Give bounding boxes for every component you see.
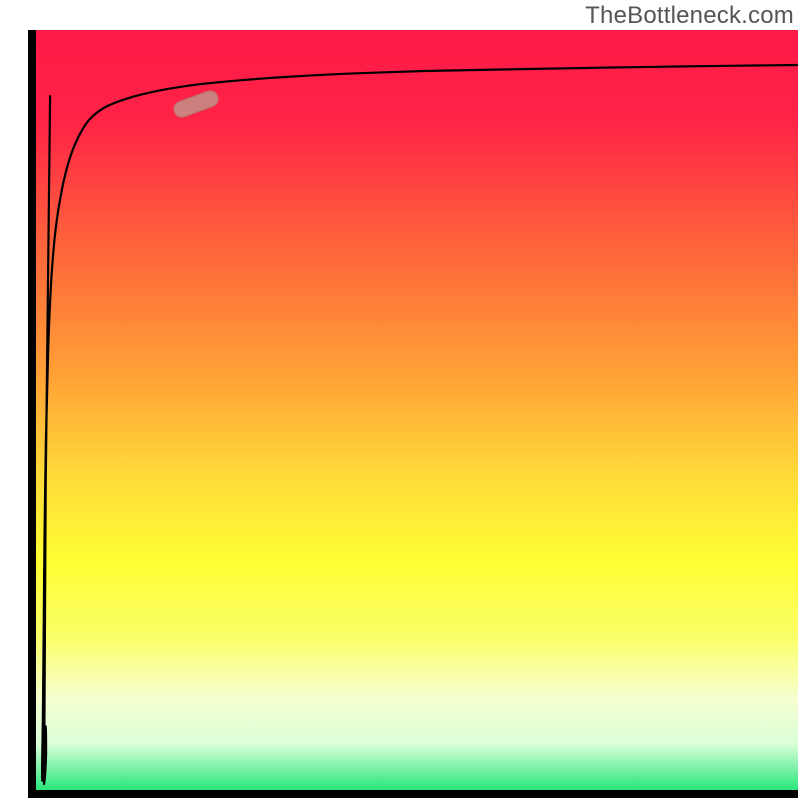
y-axis	[28, 30, 36, 798]
x-axis	[28, 790, 798, 798]
watermark-text: TheBottleneck.com	[585, 2, 794, 30]
plot-background	[36, 30, 798, 790]
chart-container: { "watermark": "TheBottleneck.com", "col…	[0, 0, 800, 800]
chart-svg	[0, 0, 800, 800]
